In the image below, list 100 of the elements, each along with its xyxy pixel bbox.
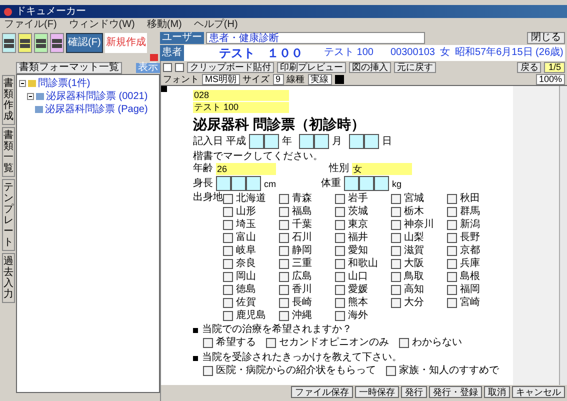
checkbox[interactable]	[279, 206, 289, 216]
tree-item[interactable]: 泌尿器科問診票 (0021)	[46, 90, 148, 102]
checkbox[interactable]	[391, 246, 401, 256]
checkbox[interactable]	[386, 366, 396, 376]
digit-box[interactable]	[231, 176, 246, 191]
input-field[interactable]: テスト 100	[193, 102, 289, 113]
digit-box[interactable]	[364, 134, 379, 149]
menu-item[interactable]: ヘルプ(H)	[194, 18, 238, 30]
digit-box[interactable]	[249, 134, 264, 149]
checkbox[interactable]	[223, 298, 233, 308]
checkbox[interactable]	[203, 366, 213, 376]
footer-button[interactable]: ファイル保存	[291, 386, 353, 398]
checkbox[interactable]	[223, 310, 233, 320]
checkbox[interactable]	[391, 232, 401, 242]
checkbox[interactable]	[447, 298, 457, 308]
zoom-dropdown[interactable]: 100%	[536, 74, 565, 84]
toolbar-button[interactable]	[2, 33, 16, 53]
checkbox[interactable]	[447, 206, 457, 216]
menu-item[interactable]: 移動(M)	[146, 18, 182, 30]
checkbox[interactable]	[335, 232, 345, 242]
checkbox[interactable]	[279, 220, 289, 230]
checkbox[interactable]	[223, 220, 233, 230]
digit-box[interactable]	[349, 134, 364, 149]
checkbox[interactable]	[279, 194, 289, 204]
side-tab[interactable]: 書類作成	[2, 75, 15, 125]
footer-button[interactable]: キャンセル	[512, 386, 565, 398]
checkbox[interactable]	[391, 194, 401, 204]
format-dropdown[interactable]: 実線	[308, 74, 332, 84]
checkbox[interactable]	[223, 272, 233, 282]
checkbox[interactable]	[335, 258, 345, 268]
mode-button[interactable]: 確認(F)	[66, 33, 103, 53]
checkbox[interactable]	[279, 284, 289, 294]
checkbox[interactable]	[335, 298, 345, 308]
checkbox[interactable]	[335, 310, 345, 320]
tool-button[interactable]: 図の挿入	[349, 62, 391, 72]
checkbox[interactable]	[203, 338, 213, 348]
toolbar-button[interactable]	[18, 33, 32, 53]
format-dropdown[interactable]: MS明朝	[202, 74, 240, 84]
checkbox[interactable]	[223, 206, 233, 216]
color-swatch[interactable]	[334, 74, 344, 84]
checkbox[interactable]	[266, 338, 276, 348]
digit-box[interactable]	[299, 134, 314, 149]
format-dropdown[interactable]: 9	[272, 74, 284, 84]
digit-box[interactable]	[374, 176, 389, 191]
checkbox[interactable]	[223, 258, 233, 268]
digit-box[interactable]	[216, 176, 231, 191]
close-button[interactable]: 閉じる	[527, 32, 565, 44]
input-field[interactable]: 26	[216, 163, 276, 175]
checkbox[interactable]	[335, 206, 345, 216]
digit-box[interactable]	[246, 176, 261, 191]
tool-button[interactable]: クリップボード貼付	[187, 62, 274, 72]
checkbox[interactable]	[391, 220, 401, 230]
checkbox[interactable]	[447, 194, 457, 204]
back-button[interactable]: 戻る	[517, 62, 542, 72]
digit-box[interactable]	[344, 176, 359, 191]
checkbox[interactable]	[223, 284, 233, 294]
checkbox[interactable]	[399, 338, 409, 348]
menu-item[interactable]: ウィンドウ(W)	[68, 18, 135, 30]
checkbox[interactable]	[279, 232, 289, 242]
checkbox[interactable]	[335, 246, 345, 256]
checkbox[interactable]	[447, 284, 457, 294]
footer-button[interactable]: 一時保存	[355, 386, 399, 398]
digit-box[interactable]	[314, 134, 329, 149]
footer-button[interactable]: 発行・登録	[429, 386, 482, 398]
menu-item[interactable]: ファイル(F)	[4, 18, 57, 30]
collapse-toggle-icon[interactable]	[19, 80, 26, 87]
checkbox[interactable]	[279, 258, 289, 268]
checkbox[interactable]	[391, 206, 401, 216]
checkbox[interactable]	[223, 232, 233, 242]
collapse-toggle-icon[interactable]	[27, 93, 34, 100]
side-tab[interactable]: 過去入力	[2, 253, 15, 303]
checkbox[interactable]	[447, 246, 457, 256]
tree-item[interactable]: 問診票(1件)	[38, 78, 90, 90]
checkbox[interactable]	[223, 194, 233, 204]
checkbox[interactable]	[447, 272, 457, 282]
tool-button[interactable]: 元に戻す	[394, 62, 436, 72]
footer-button[interactable]: 取消	[484, 386, 510, 398]
checkbox[interactable]	[447, 220, 457, 230]
checkbox[interactable]	[391, 272, 401, 282]
checkbox[interactable]	[335, 284, 345, 294]
checkbox[interactable]	[391, 284, 401, 294]
checkbox[interactable]	[447, 232, 457, 242]
user-field[interactable]: 患者・健康診断	[206, 32, 425, 44]
checkbox[interactable]	[279, 272, 289, 282]
digit-box[interactable]	[359, 176, 374, 191]
checkbox[interactable]	[335, 194, 345, 204]
checkbox[interactable]	[391, 298, 401, 308]
checkbox[interactable]	[391, 258, 401, 268]
tool-button[interactable]: 印刷プレビュー	[277, 62, 346, 72]
checkbox[interactable]	[335, 272, 345, 282]
checkbox[interactable]	[223, 246, 233, 256]
toolbar-button[interactable]	[50, 33, 64, 53]
side-tab[interactable]: テンプレート	[2, 179, 15, 251]
footer-button[interactable]: 発行	[401, 386, 427, 398]
checkbox[interactable]	[335, 220, 345, 230]
toolbar-button[interactable]	[34, 33, 48, 53]
checkbox[interactable]	[279, 298, 289, 308]
side-tab[interactable]: 書類一覧	[2, 127, 15, 177]
digit-box[interactable]	[264, 134, 279, 149]
checkbox[interactable]	[447, 258, 457, 268]
